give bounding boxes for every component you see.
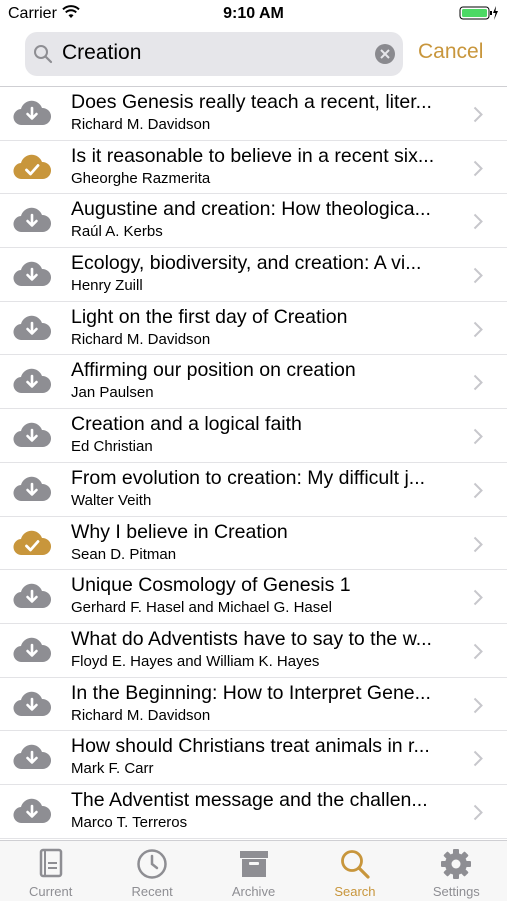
tab-settings[interactable]: Settings bbox=[406, 841, 507, 901]
tab-label: Archive bbox=[231, 884, 276, 899]
cloud-download-icon[interactable] bbox=[13, 743, 52, 771]
article-title: Does Genesis really teach a recent, lite… bbox=[71, 91, 432, 113]
article-author: Floyd E. Hayes and William K. Hayes bbox=[71, 652, 320, 670]
cloud-download-icon[interactable] bbox=[13, 99, 52, 127]
cloud-check-icon[interactable] bbox=[13, 529, 52, 557]
article-title: The Adventist message and the challen... bbox=[71, 788, 428, 811]
list-item[interactable]: Ecology, biodiversity, and creation: A v… bbox=[0, 248, 507, 302]
list-item[interactable]: Affirming our position on creation Jan Pa… bbox=[0, 355, 507, 410]
list-item[interactable]: Augustine and creation: How theologica..… bbox=[0, 194, 507, 249]
article-author: Richard M. Davidson bbox=[71, 706, 211, 724]
article-author: Sean D. Pitman bbox=[71, 545, 177, 563]
tab-search[interactable]: Search bbox=[304, 841, 405, 901]
chevron-right-icon bbox=[473, 804, 483, 826]
list-item[interactable]: Does Genesis really teach a recent, lite… bbox=[0, 87, 507, 141]
status-bar: Carrier 9:10 AM bbox=[0, 0, 507, 28]
article-author: Gerhard F. Hasel and Michael G. Hasel bbox=[71, 599, 332, 617]
article-author: Jan Paulsen bbox=[71, 384, 154, 402]
tab-label: Recent bbox=[131, 884, 173, 899]
tab-label: Settings bbox=[432, 884, 480, 899]
battery-icon bbox=[459, 5, 499, 26]
chevron-right-icon bbox=[473, 428, 483, 450]
article-title: Augustine and creation: How theologica..… bbox=[71, 198, 431, 221]
status-time: 9:10 AM bbox=[223, 5, 284, 22]
article-author: Ed Christian bbox=[71, 438, 153, 456]
tab-archive[interactable]: Archive bbox=[203, 841, 304, 901]
cloud-check-icon[interactable] bbox=[13, 153, 52, 181]
article-title: Unique Cosmology of Genesis 1 bbox=[71, 574, 351, 597]
list-item[interactable]: Creation and a logical faith Ed Christian bbox=[0, 409, 507, 463]
search-query-text[interactable]: Creation bbox=[62, 41, 141, 65]
cloud-download-icon[interactable] bbox=[13, 582, 52, 610]
list-item[interactable]: Is it reasonable to believe in a recent … bbox=[0, 141, 507, 195]
chevron-right-icon bbox=[473, 321, 483, 343]
article-author: Richard M. Davidson bbox=[71, 116, 211, 133]
tab-bar: Current Recent Archive Search Settings bbox=[0, 840, 507, 901]
article-author: Richard M. Davidson bbox=[71, 330, 211, 348]
article-author: Gheorghe Razmerita bbox=[71, 169, 211, 187]
chevron-right-icon bbox=[473, 750, 483, 772]
cloud-download-icon[interactable] bbox=[13, 421, 52, 449]
chevron-right-icon bbox=[473, 697, 483, 719]
magnifier-icon bbox=[33, 44, 53, 69]
tab-label: Current bbox=[29, 884, 73, 899]
cloud-download-icon[interactable] bbox=[13, 314, 52, 342]
search-bar: Creation Cancel bbox=[0, 28, 507, 87]
chevron-right-icon bbox=[473, 589, 483, 611]
list-item[interactable]: What do Adventists have to say to the w.… bbox=[0, 624, 507, 678]
article-title: Is it reasonable to believe in a recent … bbox=[71, 144, 435, 167]
cloud-download-icon[interactable] bbox=[13, 475, 52, 503]
article-author: Mark F. Carr bbox=[71, 760, 154, 778]
cloud-download-icon[interactable] bbox=[13, 367, 52, 395]
article-title: From evolution to creation: My difficult… bbox=[71, 466, 426, 489]
list-item[interactable]: In the Beginning: How to Interpret Gene.… bbox=[0, 678, 507, 732]
list-item[interactable]: Unique Cosmology of Genesis 1 Gerhard F. … bbox=[0, 570, 507, 624]
article-title: Affirming our position on creation bbox=[71, 359, 356, 382]
list-item[interactable]: From evolution to creation: My difficult… bbox=[0, 463, 507, 517]
list-item[interactable]: Why I believe in Creation Sean D. Pitman bbox=[0, 517, 507, 571]
cloud-download-icon[interactable] bbox=[13, 260, 52, 288]
article-author: Henry Zuill bbox=[71, 277, 143, 295]
chevron-right-icon bbox=[473, 374, 483, 396]
tab-current[interactable]: Current bbox=[0, 841, 101, 901]
list-item[interactable]: How should Christians treat animals in r… bbox=[0, 731, 507, 785]
article-title: Creation and a logical faith bbox=[71, 413, 302, 436]
search-results-list: Does Genesis really teach a recent, lite… bbox=[0, 87, 507, 839]
article-title: How should Christians treat animals in r… bbox=[71, 735, 430, 758]
article-title: Why I believe in Creation bbox=[71, 520, 288, 543]
article-title: In the Beginning: How to Interpret Gene.… bbox=[71, 681, 431, 704]
chevron-right-icon bbox=[473, 536, 483, 558]
article-author: Walter Veith bbox=[71, 491, 152, 509]
cancel-button[interactable]: Cancel bbox=[418, 40, 483, 64]
list-item[interactable]: The Adventist message and the challen...… bbox=[0, 785, 507, 839]
article-title: What do Adventists have to say to the w.… bbox=[71, 627, 432, 650]
chevron-right-icon bbox=[473, 482, 483, 504]
search-input[interactable]: Creation bbox=[25, 32, 403, 76]
chevron-right-icon bbox=[473, 267, 483, 289]
cloud-download-icon[interactable] bbox=[13, 690, 52, 718]
cloud-download-icon[interactable] bbox=[13, 636, 52, 664]
list-item[interactable]: Light on the first day of Creation Richar… bbox=[0, 302, 507, 356]
clear-search-icon[interactable] bbox=[375, 44, 395, 64]
tab-recent[interactable]: Recent bbox=[101, 841, 202, 901]
article-author: Raúl A. Kerbs bbox=[71, 223, 163, 241]
chevron-right-icon bbox=[473, 106, 483, 128]
chevron-right-icon bbox=[473, 643, 483, 665]
chevron-right-icon bbox=[473, 213, 483, 235]
cloud-download-icon[interactable] bbox=[13, 206, 52, 234]
article-author: Marco T. Terreros bbox=[71, 813, 188, 831]
article-title: Ecology, biodiversity, and creation: A v… bbox=[71, 252, 422, 275]
article-title: Light on the first day of Creation bbox=[71, 305, 348, 328]
chevron-right-icon bbox=[473, 160, 483, 182]
tab-label: Search bbox=[334, 884, 376, 899]
cloud-download-icon[interactable] bbox=[13, 797, 52, 825]
